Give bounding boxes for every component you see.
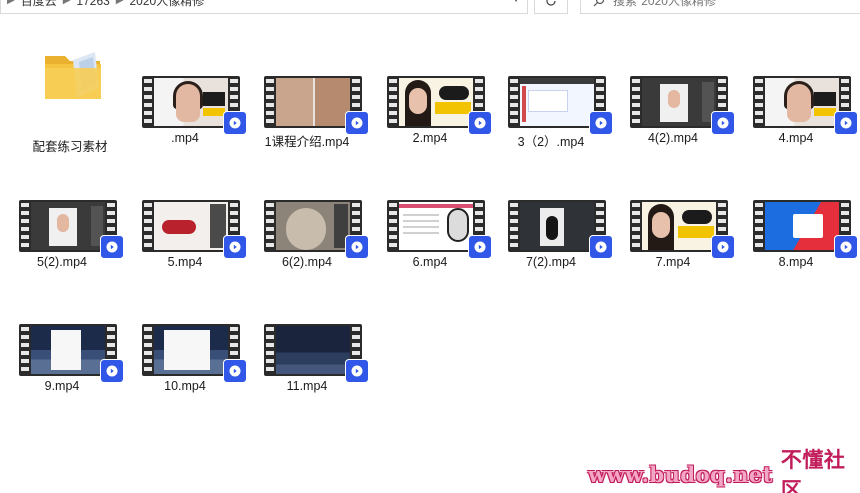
file-name: 1课程介绍.mp4 <box>264 135 350 149</box>
video-file[interactable]: 5.mp4 <box>124 168 247 286</box>
site-watermark: www.budoq.net 不懂社区 <box>588 448 860 493</box>
video-file[interactable]: 5(2).mp4 <box>1 168 124 286</box>
video-thumbnail <box>19 324 124 383</box>
file-name: 7(2).mp4 <box>525 255 577 269</box>
video-thumbnail <box>142 200 247 259</box>
video-thumbnail <box>387 76 492 135</box>
video-file[interactable]: 4(2).mp4 <box>612 44 735 162</box>
video-file[interactable]: .mp4 <box>124 44 247 162</box>
file-name: 5(2).mp4 <box>36 255 88 269</box>
file-name: 2.mp4 <box>412 131 448 145</box>
file-name: 10.mp4 <box>164 379 206 393</box>
video-thumbnail <box>753 200 858 259</box>
video-file[interactable]: 6(2).mp4 <box>246 168 369 286</box>
file-name: 3（2）.mp4 <box>517 135 585 149</box>
file-name: 5.mp4 <box>167 255 203 269</box>
video-thumbnail <box>264 76 369 135</box>
file-name: 配套练习素材 <box>32 140 108 154</box>
video-file[interactable]: 6.mp4 <box>369 168 492 286</box>
video-file[interactable]: 7.mp4 <box>612 168 735 286</box>
file-name: 11.mp4 <box>286 379 328 393</box>
video-thumbnail <box>264 200 369 259</box>
folder-icon <box>45 52 101 99</box>
video-thumbnail <box>387 200 492 259</box>
folder-item[interactable]: 配套练习素材 <box>9 10 131 154</box>
video-file[interactable]: 2.mp4 <box>369 44 492 162</box>
file-name: 4.mp4 <box>778 131 814 145</box>
watermark-text: 不懂社区 <box>780 448 846 493</box>
video-thumbnail <box>142 76 247 135</box>
video-file[interactable]: 3（2）.mp4 <box>490 44 613 162</box>
video-file[interactable]: 9.mp4 <box>1 292 124 410</box>
file-name: 6.mp4 <box>412 255 448 269</box>
video-thumbnail <box>753 76 858 135</box>
watermark-url: www.budoq.net <box>588 461 773 487</box>
video-file[interactable]: 1课程介绍.mp4 <box>246 44 369 162</box>
file-name: 8.mp4 <box>778 255 814 269</box>
file-name: 4(2).mp4 <box>647 131 699 145</box>
file-name: 6(2).mp4 <box>281 255 333 269</box>
video-thumbnail <box>630 76 735 135</box>
video-thumbnail <box>19 200 124 259</box>
video-thumbnail <box>264 324 369 383</box>
video-file[interactable]: 10.mp4 <box>124 292 247 410</box>
video-thumbnail <box>508 76 613 135</box>
video-thumbnail <box>630 200 735 259</box>
video-thumbnail <box>142 324 247 383</box>
video-file[interactable]: 4.mp4 <box>735 44 858 162</box>
video-thumbnail <box>508 200 613 259</box>
file-name: 7.mp4 <box>655 255 691 269</box>
file-name: .mp4 <box>171 131 199 145</box>
video-file[interactable]: 11.mp4 <box>246 292 369 410</box>
video-file[interactable]: 8.mp4 <box>735 168 858 286</box>
file-grid: 配套练习素材 .mp4 1课程介绍.mp4 2.mp4 3（2）.mp4 4(2… <box>0 0 860 440</box>
video-file[interactable]: 7(2).mp4 <box>490 168 613 286</box>
file-name: 9.mp4 <box>44 379 80 393</box>
